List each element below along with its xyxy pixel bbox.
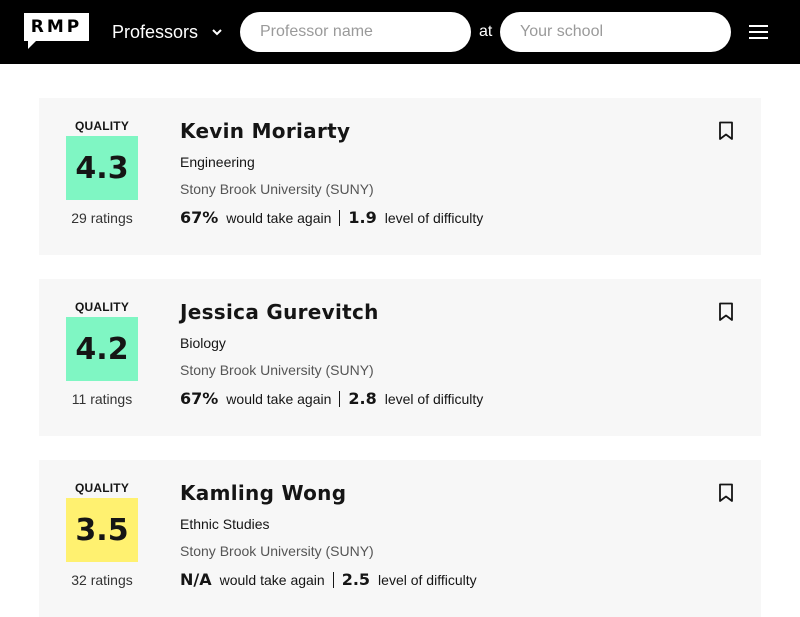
bookmark-icon[interactable]	[718, 121, 734, 141]
professor-name-input[interactable]	[240, 12, 471, 52]
professor-name[interactable]: Kamling Wong	[180, 481, 346, 505]
take-again-label: would take again	[226, 209, 332, 226]
professor-name[interactable]: Kevin Moriarty	[180, 119, 350, 143]
department: Ethnic Studies	[180, 516, 270, 532]
top-nav-bar: RMP Professors at	[0, 0, 800, 64]
quality-label: QUALITY	[74, 481, 130, 495]
school-name: Stony Brook University (SUNY)	[180, 543, 374, 559]
difficulty-value: 2.8	[348, 389, 377, 408]
hamburger-menu-icon[interactable]	[749, 25, 768, 39]
take-again-percent: N/A	[180, 570, 212, 589]
school-name: Stony Brook University (SUNY)	[180, 181, 374, 197]
search-type-dropdown[interactable]: Professors	[112, 18, 224, 46]
quality-label: QUALITY	[74, 300, 130, 314]
difficulty-label: level of difficulty	[384, 209, 484, 226]
professor-stats: 67% would take again 1.9 level of diffic…	[180, 208, 483, 227]
professor-stats: 67% would take again 2.8 level of diffic…	[180, 389, 483, 408]
quality-label: QUALITY	[74, 119, 130, 133]
department: Engineering	[180, 154, 255, 170]
ratings-count: 11 ratings	[71, 391, 133, 407]
professor-card[interactable]: QUALITY 4.3 29 ratings Kevin Moriarty En…	[39, 98, 761, 255]
bookmark-icon[interactable]	[718, 483, 734, 503]
quality-rating-badge: 3.5	[66, 498, 138, 562]
school-name: Stony Brook University (SUNY)	[180, 362, 374, 378]
difficulty-value: 2.5	[341, 570, 371, 589]
take-again-label: would take again	[219, 571, 325, 588]
quality-rating-badge: 4.3	[66, 136, 138, 200]
professor-card[interactable]: QUALITY 4.2 11 ratings Jessica Gurevitch…	[39, 279, 761, 436]
professor-card[interactable]: QUALITY 3.5 32 ratings Kamling Wong Ethn…	[39, 460, 761, 617]
difficulty-value: 1.9	[348, 208, 377, 227]
logo-speech-tail	[28, 40, 37, 49]
professor-stats: N/A would take again 2.5 level of diffic…	[180, 570, 477, 589]
difficulty-label: level of difficulty	[378, 571, 477, 588]
ratings-count: 32 ratings	[71, 572, 133, 588]
ratings-count: 29 ratings	[71, 210, 133, 226]
quality-rating-badge: 4.2	[66, 317, 138, 381]
logo-text: RMP	[30, 17, 83, 37]
stat-divider	[339, 390, 341, 407]
at-label: at	[479, 23, 493, 40]
search-type-label: Professors	[112, 21, 199, 42]
school-name-input[interactable]	[500, 12, 731, 52]
chevron-down-icon	[212, 29, 222, 36]
professor-name[interactable]: Jessica Gurevitch	[180, 300, 379, 324]
bookmark-icon[interactable]	[718, 302, 734, 322]
difficulty-label: level of difficulty	[384, 390, 484, 407]
department: Biology	[180, 335, 226, 351]
take-again-percent: 67%	[180, 389, 219, 408]
stat-divider	[332, 571, 334, 588]
stat-divider	[339, 209, 341, 226]
take-again-label: would take again	[226, 390, 332, 407]
take-again-percent: 67%	[180, 208, 219, 227]
rmp-logo[interactable]: RMP	[24, 13, 89, 49]
